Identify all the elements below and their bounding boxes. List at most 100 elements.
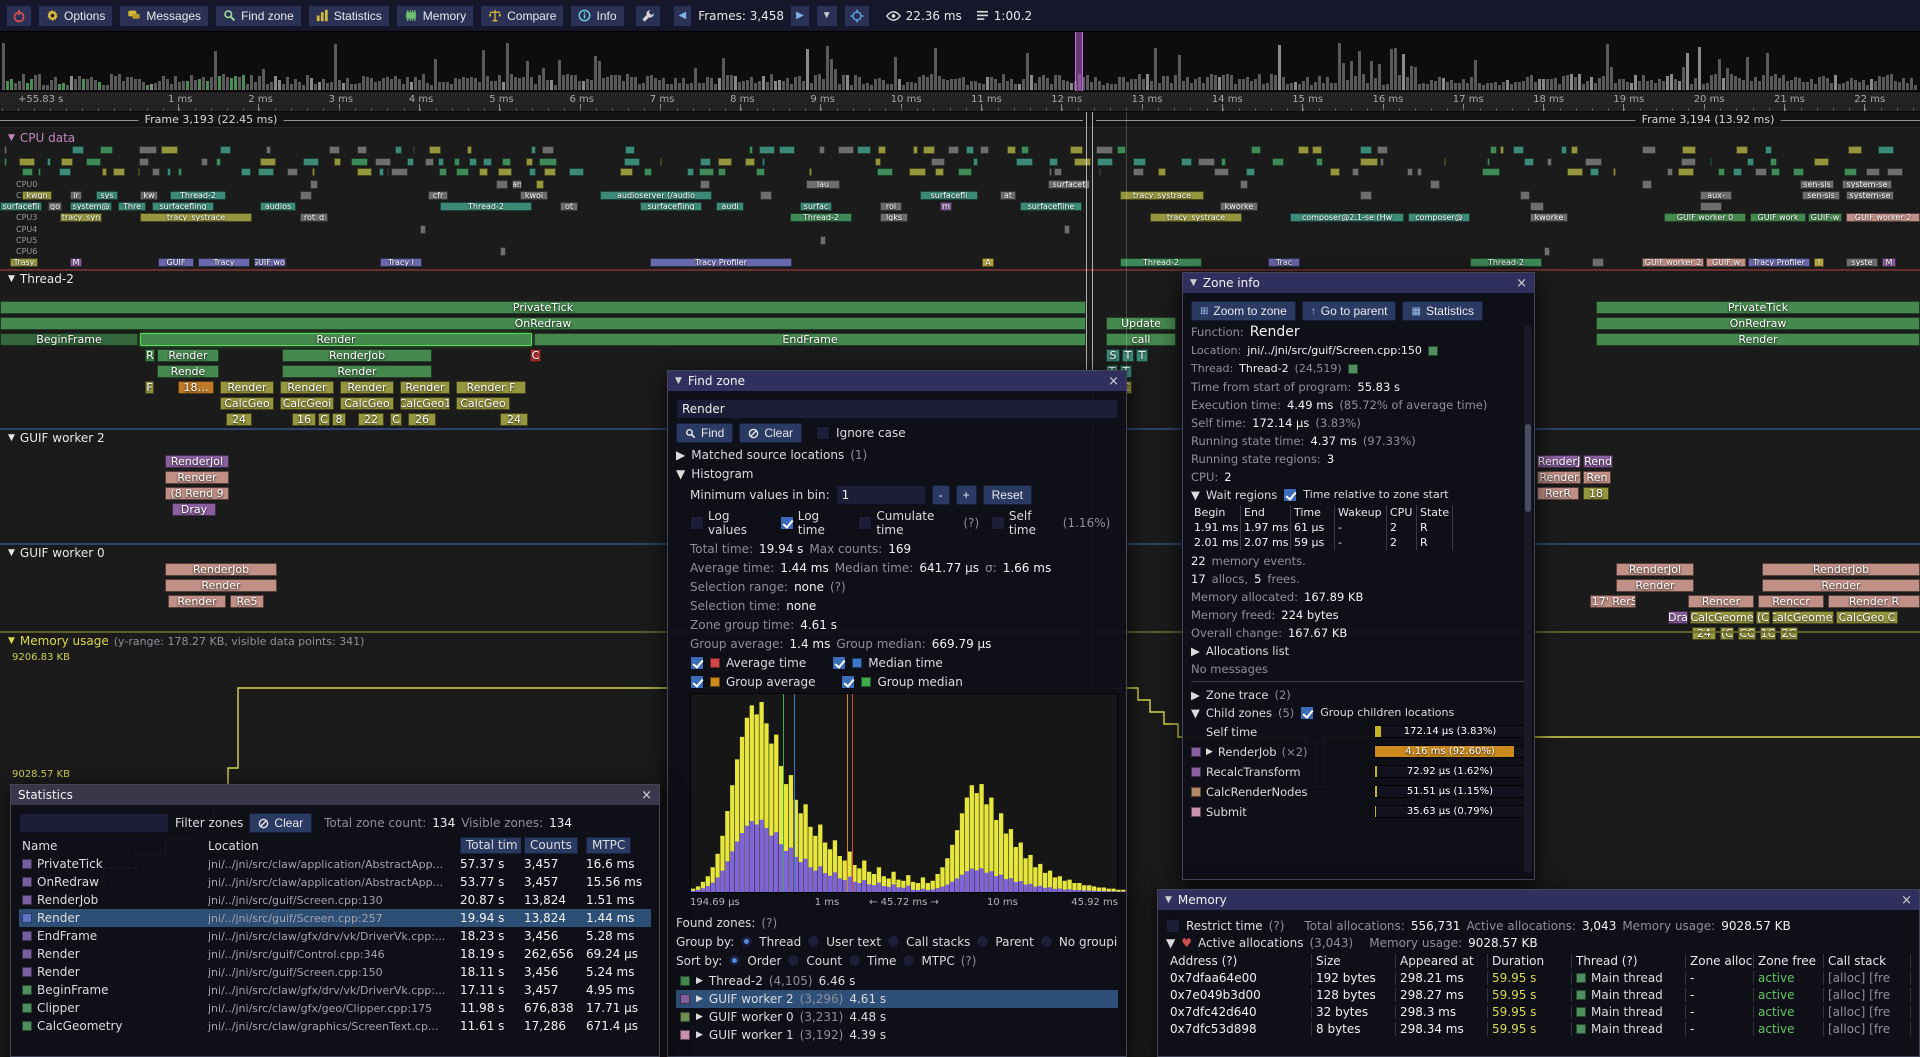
sort-by-radio-count[interactable]	[787, 954, 800, 967]
table-row[interactable]: 1.91 ms1.97 ms61 μs-2R	[1191, 520, 1526, 535]
cpu-activity-zone[interactable]	[1198, 158, 1214, 166]
statistics-table-row[interactable]: OnRedrawjni/../jni/src/claw/application/…	[19, 873, 651, 891]
cpu-activity-zone[interactable]	[139, 146, 157, 154]
close-icon[interactable]: ×	[641, 789, 652, 802]
zone[interactable]: kw	[140, 191, 158, 200]
goto-frame-button[interactable]	[844, 5, 870, 27]
zone[interactable]: kworke	[1220, 202, 1258, 211]
cpu-activity-zone[interactable]	[357, 146, 368, 154]
zone-unnamed[interactable]	[496, 180, 508, 189]
cpu-activity-zone[interactable]	[1316, 158, 1322, 166]
zone[interactable]: 24	[226, 413, 252, 426]
cpu-activity-zone[interactable]	[857, 146, 870, 154]
zone[interactable]: Render	[1537, 471, 1581, 484]
cpu-activity-zone[interactable]	[625, 146, 634, 154]
zone[interactable]: 1C	[1760, 627, 1776, 640]
zone[interactable]: surfacefling	[640, 202, 702, 211]
zone[interactable]: .17' RerS	[1590, 595, 1636, 608]
child-zone-row[interactable]: Self time172.14 μs (3.83%)	[1191, 723, 1526, 740]
cpu-activity-zone[interactable]	[38, 168, 41, 176]
zone[interactable]: C	[318, 413, 330, 426]
zone-group-row[interactable]: ▶GUIF worker 2(3,296)4.61 s	[676, 990, 1118, 1008]
cpu-activity-zone[interactable]	[875, 158, 881, 166]
zone[interactable]: GUIF-w	[1808, 213, 1842, 222]
cpu-activity-zone[interactable]	[544, 168, 556, 176]
zone[interactable]: F	[145, 381, 154, 394]
frame-menu-button[interactable]: ▼	[816, 5, 838, 27]
cpu-activity-zone[interactable]	[1016, 158, 1033, 166]
cpu-activity-zone[interactable]	[1681, 158, 1697, 166]
cpu-activity-zone[interactable]	[1814, 158, 1830, 166]
statistics-button[interactable]: Statistics	[308, 5, 390, 27]
cpu-activity-zone[interactable]	[375, 158, 390, 166]
zone[interactable]: composer@	[1408, 213, 1470, 222]
cpu-activity-zone[interactable]	[1571, 146, 1578, 154]
zone-unnamed[interactable]	[1430, 180, 1440, 189]
cpu-activity-zone[interactable]	[1771, 168, 1781, 176]
cpu-activity-zone[interactable]	[1770, 158, 1776, 166]
zone[interactable]: 8	[332, 413, 346, 426]
cpu-activity-zone[interactable]	[1221, 158, 1226, 166]
cpu-activity-zone[interactable]	[1848, 146, 1862, 154]
cpu-activity-zone[interactable]	[498, 168, 512, 176]
filter-zones-input[interactable]	[19, 813, 169, 833]
cpu-activity-zone[interactable]	[1158, 168, 1166, 176]
statistics-table-row[interactable]: BeginFramejni/../jni/src/claw/gfx/drv/vk…	[19, 981, 651, 999]
cpu-activity-zone[interactable]	[819, 146, 825, 154]
zone[interactable]: Rencer	[1688, 595, 1754, 608]
cpu-activity-zone[interactable]	[1097, 158, 1113, 166]
cpu-activity-zone[interactable]	[102, 168, 107, 176]
scrollbar[interactable]	[1524, 325, 1532, 873]
cpu-activity-zone[interactable]	[100, 146, 113, 154]
power-button[interactable]	[6, 5, 32, 27]
cpu-activity-zone[interactable]	[980, 146, 989, 154]
column-header[interactable]: Appeared at	[1396, 954, 1488, 968]
find-zone-button[interactable]: Find zone	[215, 5, 302, 27]
zone[interactable]: system-se	[1846, 191, 1894, 200]
column-header-location[interactable]: Location	[205, 839, 457, 853]
cpu-activity-zone[interactable]	[4, 158, 7, 166]
compare-button[interactable]: Compare	[480, 5, 564, 27]
group-by-radio-call-stacks[interactable]	[887, 935, 900, 948]
zone[interactable]: R	[145, 349, 155, 362]
column-header-counts[interactable]: Counts	[521, 837, 583, 854]
cpu-activity-zone[interactable]	[838, 146, 854, 154]
zone[interactable]: kwoi	[520, 191, 548, 200]
child-zone-row[interactable]: Submit35.63 μs (0.79%)	[1191, 803, 1526, 820]
zone[interactable]: GUIF w	[1706, 258, 1746, 267]
cpu-activity-zone[interactable]	[1007, 146, 1016, 154]
cpu-activity-zone[interactable]	[913, 146, 918, 154]
group-by-radio-thread[interactable]	[740, 935, 753, 948]
zone[interactable]: aux-	[1700, 191, 1732, 200]
zone-unnamed[interactable]	[1240, 180, 1248, 189]
cpu-activity-zone[interactable]	[1096, 146, 1113, 154]
zone[interactable]: A	[982, 258, 994, 267]
cpu-activity-zone[interactable]	[1133, 158, 1146, 166]
memory-button[interactable]: Memory	[396, 5, 474, 27]
clear-filter-button[interactable]: Clear	[249, 813, 312, 833]
histogram-plot[interactable]	[690, 693, 1118, 893]
zone[interactable]: Re5	[230, 595, 264, 608]
cpu-activity-zone[interactable]	[260, 158, 276, 166]
close-icon[interactable]: ×	[1108, 375, 1119, 388]
cpu-activity-zone[interactable]	[395, 146, 402, 154]
zone[interactable]: syste	[1846, 258, 1878, 267]
zone[interactable]: RenderJob	[165, 563, 277, 576]
cpu-activity-zone[interactable]	[161, 146, 178, 154]
cpu-activity-zone[interactable]	[759, 146, 775, 154]
zone[interactable]: OnRedraw	[0, 317, 1086, 330]
cpu-activity-zone[interactable]	[644, 168, 652, 176]
cpu-activity-zone[interactable]	[138, 168, 140, 176]
zone[interactable]: ir	[70, 191, 82, 200]
cpu-activity-zone[interactable]	[178, 168, 182, 176]
cpu-activity-zone[interactable]	[779, 146, 794, 154]
allocation-row[interactable]: 0x7e049b3d00128 bytes298.27 ms59.95 sMai…	[1166, 986, 1911, 1003]
column-header[interactable]: Call stack	[1824, 954, 1911, 968]
zone[interactable]: Render	[157, 349, 219, 362]
cpu-activity-zone[interactable]	[1590, 168, 1599, 176]
column-header[interactable]: Thread (?)	[1572, 954, 1686, 968]
zone[interactable]: RenderJ	[1537, 455, 1581, 468]
zone[interactable]: Render	[1616, 579, 1694, 592]
cpu-activity-zone[interactable]	[1360, 146, 1372, 154]
zone-group-row[interactable]: ▶GUIF worker 0(3,231)4.48 s	[676, 1008, 1118, 1026]
